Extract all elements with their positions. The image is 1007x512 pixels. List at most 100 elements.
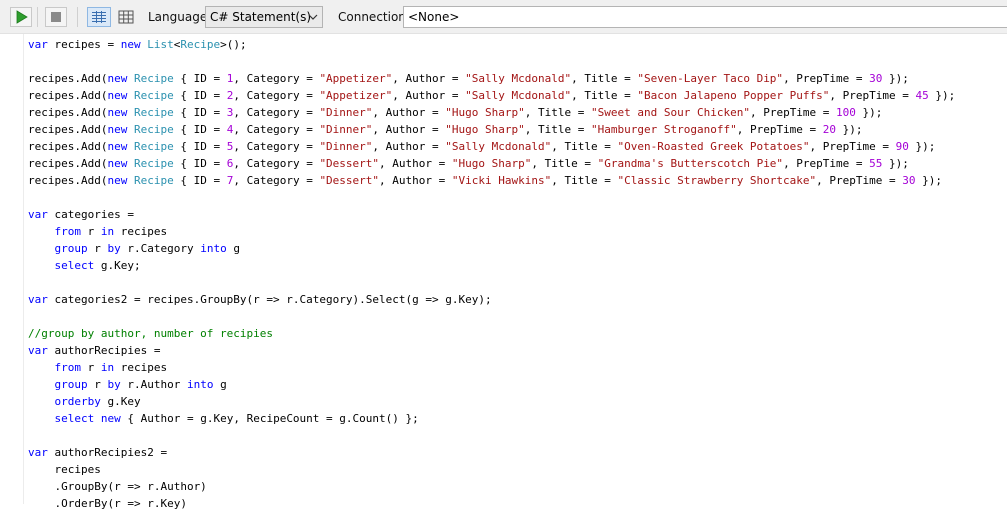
code-token: , Category =: [233, 123, 320, 136]
code-token: { ID =: [173, 140, 227, 153]
code-token: in: [100, 225, 115, 238]
code-token: , Author =: [392, 72, 466, 85]
code-line: var categories2 = recipes.GroupBy(r => r…: [28, 291, 955, 308]
code-editor[interactable]: var recipes = new List<Recipe>(); recipe…: [0, 34, 1007, 510]
language-select[interactable]: C# Statement(s): [205, 6, 323, 28]
code-token: "Dessert": [319, 174, 380, 187]
code-token: orderby: [54, 395, 101, 408]
rich-text-results-button[interactable]: [87, 7, 111, 27]
code-line: var authorRecipies2 =: [28, 444, 955, 461]
code-line: group r by r.Category into g: [28, 240, 955, 257]
code-line: var authorRecipies =: [28, 342, 955, 359]
code-token: "Grandma's Butterscotch Pie": [597, 157, 784, 170]
code-token: authorRecipies2 =: [47, 446, 168, 459]
code-token: });: [836, 123, 863, 136]
code-token: group: [54, 242, 88, 255]
code-token: , Author =: [372, 106, 446, 119]
code-token: var: [28, 208, 48, 221]
code-token: recipes: [114, 361, 168, 374]
code-token: , Category =: [233, 140, 320, 153]
code-token: 20: [822, 123, 837, 136]
code-token: var: [28, 446, 48, 459]
run-icon: [16, 10, 28, 24]
code-token: , PrepTime =: [749, 106, 837, 119]
connection-select[interactable]: <None>: [403, 6, 1007, 28]
chevron-down-icon: [308, 14, 318, 20]
code-token: "Oven-Roasted Greek Potatoes": [617, 140, 810, 153]
code-token: });: [908, 140, 936, 153]
code-token: "Dinner": [319, 106, 373, 119]
code-token: g.Key;: [94, 259, 141, 272]
code-token: Recipe: [133, 157, 174, 170]
code-line: recipes.Add(new Recipe { ID = 7, Categor…: [28, 172, 955, 189]
code-token: "Dinner": [319, 123, 373, 136]
stop-icon: [51, 12, 61, 22]
code-token: , Title =: [551, 140, 618, 153]
code-token: "Hugo Sharp": [445, 106, 525, 119]
code-token: , Title =: [571, 89, 638, 102]
code-token: into: [200, 242, 227, 255]
language-value: C# Statement(s): [210, 10, 312, 24]
code-token: Recipe: [133, 140, 174, 153]
code-token: recipes.Add(: [28, 89, 108, 102]
code-line: recipes.Add(new Recipe { ID = 4, Categor…: [28, 121, 955, 138]
stop-button[interactable]: [45, 7, 67, 27]
code-line: group r by r.Author into g: [28, 376, 955, 393]
code-token: "Classic Strawberry Shortcake": [617, 174, 817, 187]
code-token: g: [213, 378, 227, 391]
code-token: var: [28, 344, 48, 357]
code-token: recipes.Add(: [28, 72, 108, 85]
code-token: into: [186, 378, 214, 391]
code-token: , Category =: [233, 89, 320, 102]
code-token: , Title =: [524, 106, 591, 119]
connection-value: <None>: [408, 10, 460, 24]
code-token: Recipe: [133, 72, 174, 85]
code-token: , Title =: [524, 123, 591, 136]
code-token: "Sally Mcdonald": [465, 89, 572, 102]
code-token: , PrepTime =: [736, 123, 823, 136]
code-token: new: [107, 157, 128, 170]
code-token: });: [882, 72, 909, 85]
language-label: Language: [148, 10, 208, 24]
code-token: group: [54, 378, 88, 391]
code-token: by: [107, 378, 121, 391]
code-token: , PrepTime =: [816, 174, 903, 187]
grid-view-icon: [118, 10, 134, 24]
code-token: 55: [869, 157, 883, 170]
code-token: "Sweet and Sour Chicken": [591, 106, 750, 119]
run-button[interactable]: [10, 7, 32, 27]
code-line: select g.Key;: [28, 257, 955, 274]
code-token: recipes.Add(: [28, 106, 108, 119]
code-token: { ID =: [173, 89, 227, 102]
code-token: recipes.Add(: [28, 157, 108, 170]
code-token: , Title =: [551, 174, 618, 187]
code-token: { ID =: [173, 72, 227, 85]
code-line: recipes: [28, 461, 955, 478]
grid-results-button[interactable]: [114, 7, 138, 27]
code-token: g: [226, 242, 240, 255]
code-token: g.Key: [100, 395, 141, 408]
code-token: new: [107, 140, 128, 153]
code-token: authorRecipies =: [47, 344, 161, 357]
code-token: recipes.Add(: [28, 123, 108, 136]
code-line: select new { Author = g.Key, RecipeCount…: [28, 410, 955, 427]
code-line: //group by author, number of recipies: [28, 325, 955, 342]
code-token: recipes: [28, 463, 101, 476]
code-token: recipes.Add(: [28, 140, 108, 153]
code-line: from r in recipes: [28, 359, 955, 376]
code-token: categories2 = recipes.GroupBy(r => r.Cat…: [47, 293, 492, 306]
code-line: recipes.Add(new Recipe { ID = 2, Categor…: [28, 87, 955, 104]
code-token: "Dinner": [319, 140, 373, 153]
code-token: var: [28, 293, 48, 306]
code-line: var categories =: [28, 206, 955, 223]
code-line: recipes.Add(new Recipe { ID = 1, Categor…: [28, 70, 955, 87]
